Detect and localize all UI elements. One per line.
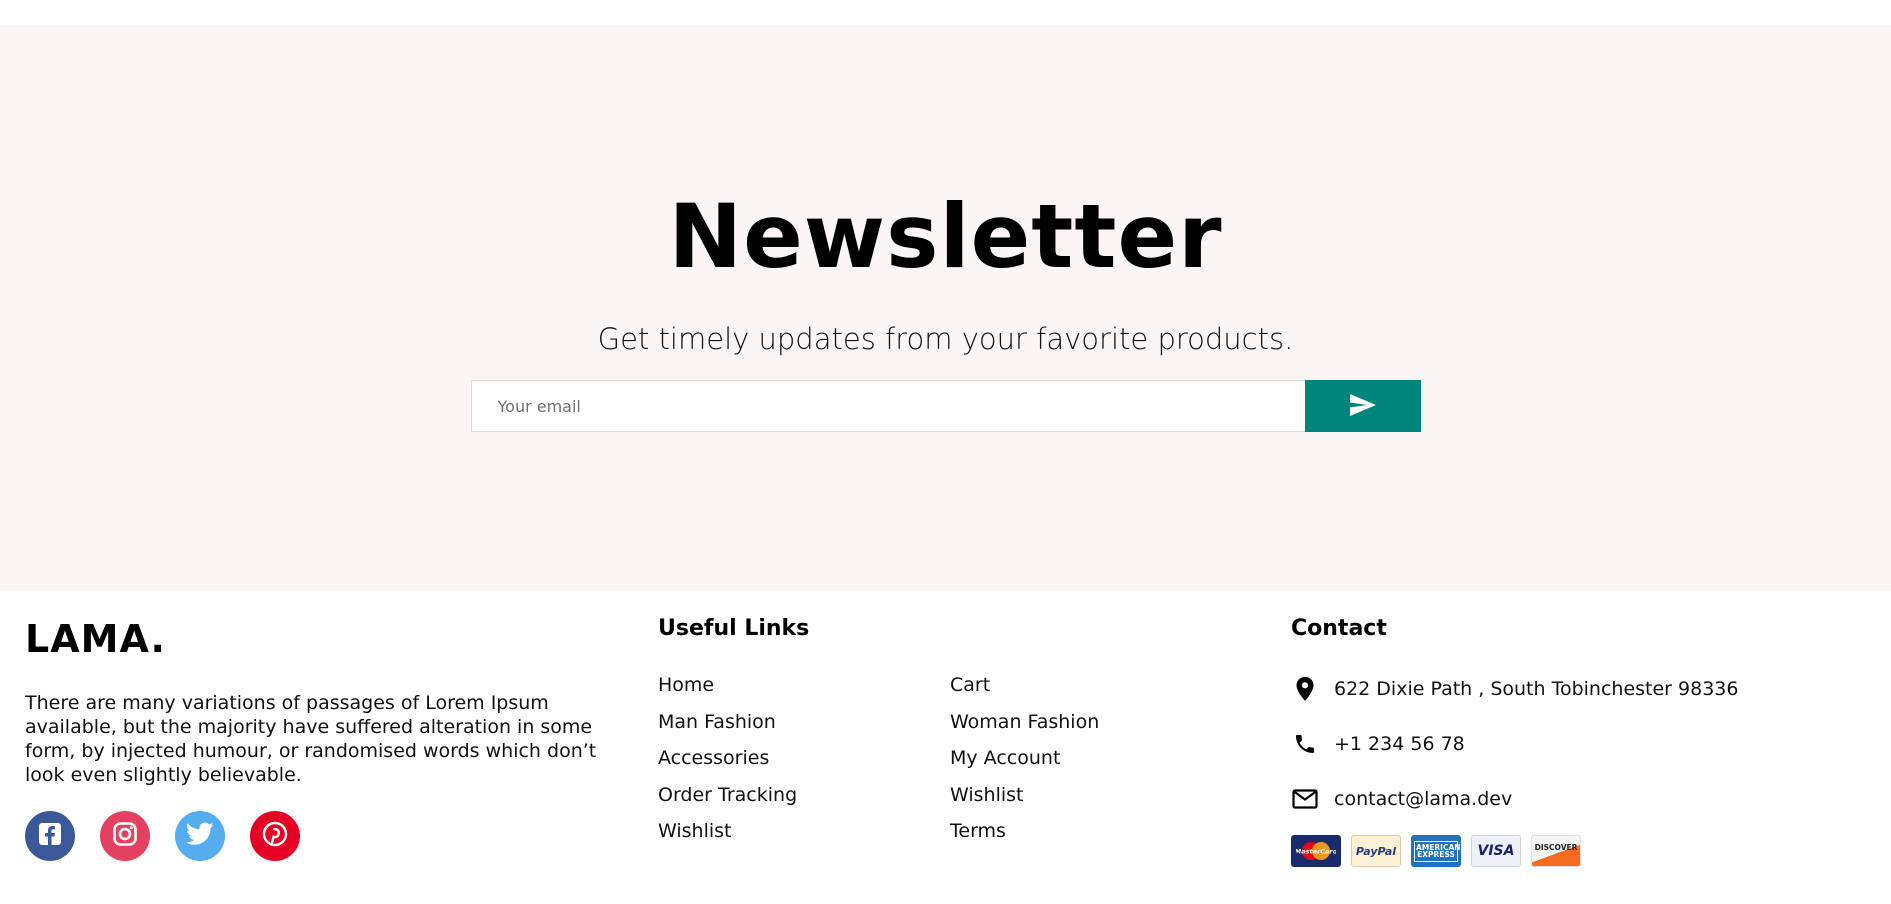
newsletter-subtitle: Get timely updates from your favorite pr… (597, 322, 1294, 356)
link-my-account[interactable]: My Account (950, 747, 1242, 770)
contact-address: 622 Dixie Path , South Tobinchester 9833… (1291, 674, 1871, 704)
phone-text: +1 234 56 78 (1334, 733, 1465, 755)
social-links (25, 811, 625, 861)
link-man-fashion[interactable]: Man Fashion (658, 711, 950, 734)
footer-description: There are many variations of passages of… (25, 692, 597, 786)
footer: LAMA. There are many variations of passa… (0, 591, 1891, 904)
visa-icon: VISA (1471, 835, 1521, 867)
payment-methods: MasterCard PayPal AMERICAN EXPRESS VISA … (1291, 835, 1871, 867)
mastercard-icon: MasterCard (1291, 835, 1341, 867)
useful-links-list: Home Cart Man Fashion Woman Fashion Acce… (658, 674, 1258, 843)
footer-contact-column: Contact 622 Dixie Path , South Tobinches… (1291, 591, 1871, 867)
link-cart[interactable]: Cart (950, 674, 1242, 697)
footer-brand-column: LAMA. There are many variations of passa… (25, 591, 625, 861)
contact-phone: +1 234 56 78 (1291, 729, 1871, 759)
link-wishlist[interactable]: Wishlist (658, 820, 950, 843)
email-input[interactable] (470, 380, 1305, 432)
useful-links-title: Useful Links (658, 616, 810, 641)
newsletter-title: Newsletter (668, 185, 1223, 288)
pinterest-button[interactable] (250, 811, 300, 861)
twitter-icon (185, 822, 214, 850)
twitter-button[interactable] (175, 811, 225, 861)
facebook-button[interactable] (25, 811, 75, 861)
location-pin-icon (1291, 675, 1319, 703)
logo[interactable]: LAMA. (25, 620, 625, 658)
amex-icon: AMERICAN EXPRESS (1411, 835, 1461, 867)
pinterest-icon (262, 821, 288, 851)
link-terms[interactable]: Terms (950, 820, 1242, 843)
contact-email: contact@lama.dev (1291, 784, 1871, 814)
facebook-icon (38, 822, 62, 850)
address-text: 622 Dixie Path , South Tobinchester 9833… (1334, 678, 1739, 700)
paypal-icon: PayPal (1351, 835, 1401, 867)
email-text[interactable]: contact@lama.dev (1334, 788, 1512, 810)
contact-title: Contact (1291, 616, 1387, 641)
instagram-icon (112, 821, 138, 851)
svg-text:MasterCard: MasterCard (1296, 848, 1336, 856)
mail-icon (1291, 785, 1319, 813)
instagram-button[interactable] (100, 811, 150, 861)
link-accessories[interactable]: Accessories (658, 747, 950, 770)
send-button[interactable] (1304, 380, 1421, 432)
phone-icon (1291, 730, 1319, 758)
newsletter-section: Newsletter Get timely updates from your … (0, 25, 1891, 591)
link-wishlist[interactable]: Wishlist (950, 784, 1242, 807)
footer-links-column: Useful Links Home Cart Man Fashion Woman… (658, 591, 1258, 843)
discover-icon: DISCOVER (1531, 835, 1581, 867)
send-icon (1349, 393, 1377, 420)
link-woman-fashion[interactable]: Woman Fashion (950, 711, 1242, 734)
link-order-tracking[interactable]: Order Tracking (658, 784, 950, 807)
link-home[interactable]: Home (658, 674, 950, 697)
newsletter-form (470, 380, 1421, 432)
